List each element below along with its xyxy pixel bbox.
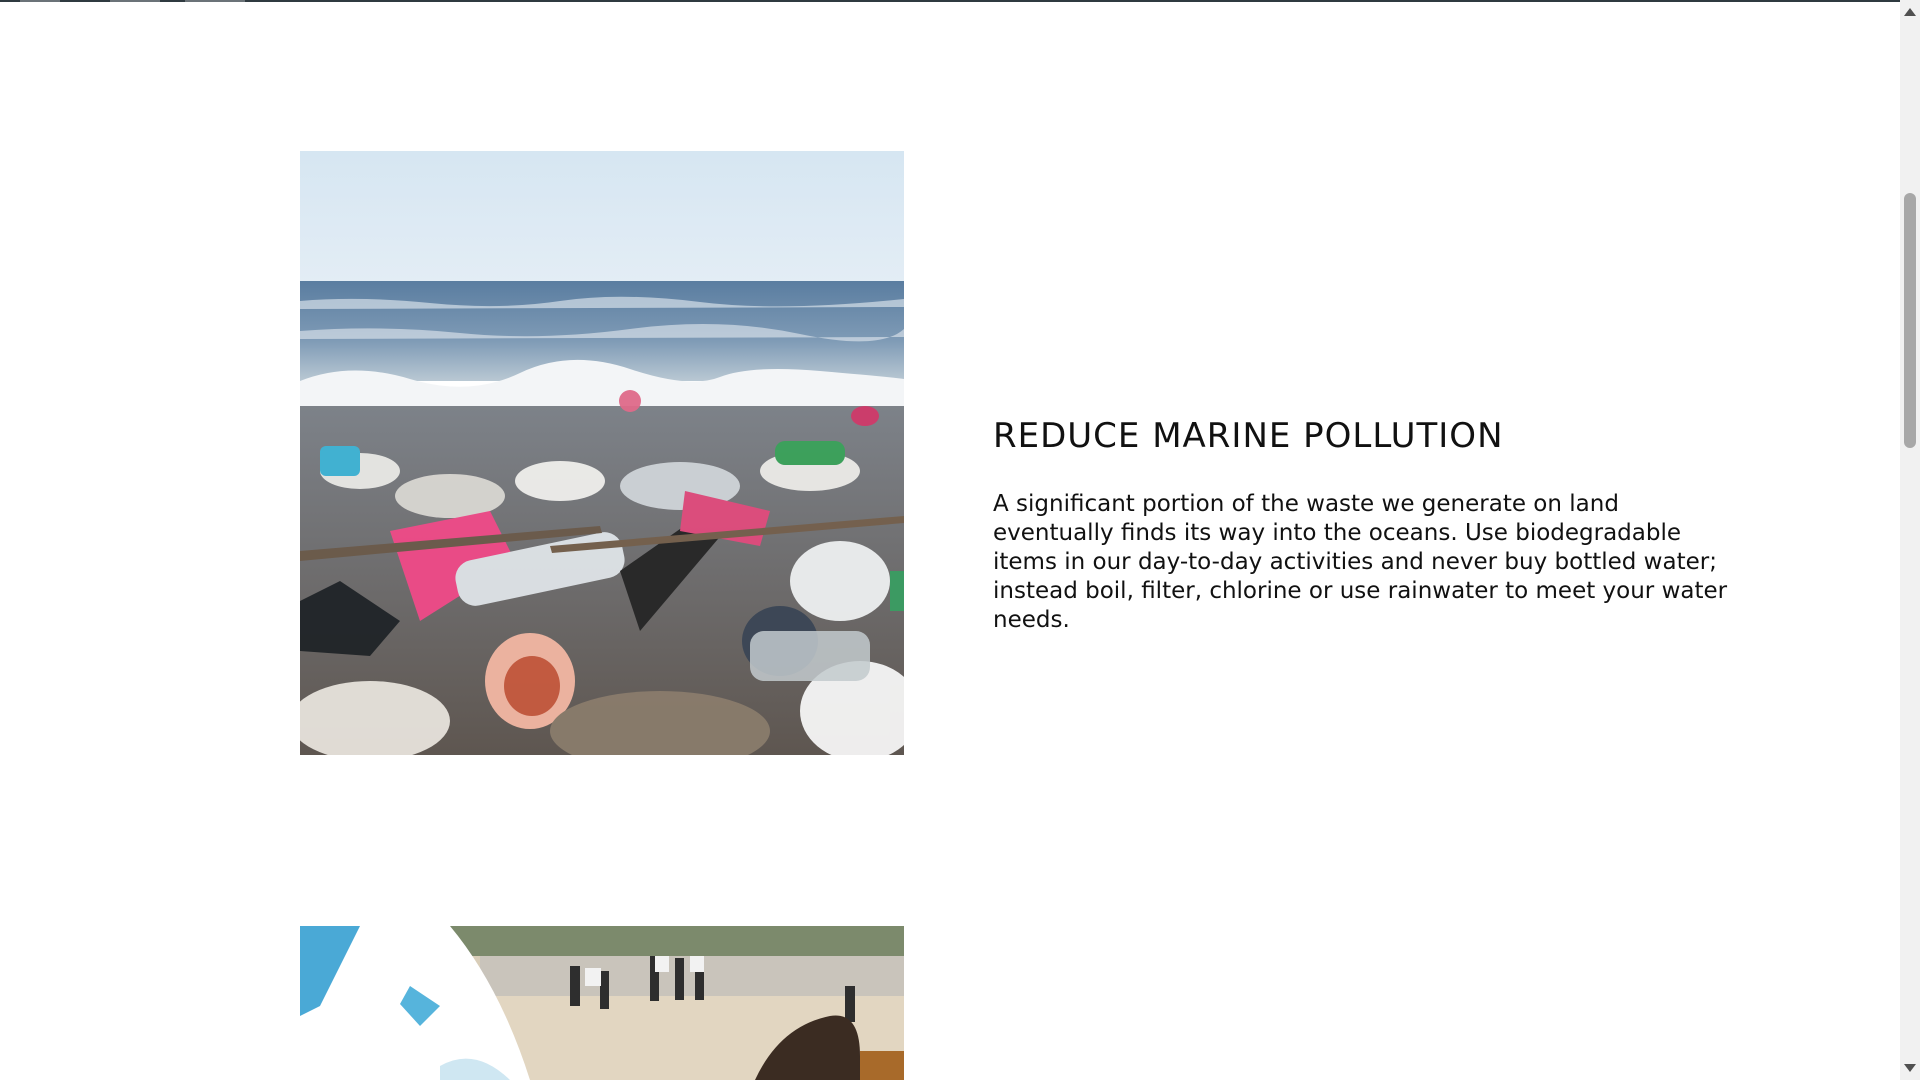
marine-pollution-text: REDUCE MARINE POLLUTION A significant po…: [993, 412, 1733, 635]
beach-cleanup-illustration: [300, 926, 904, 1080]
vertical-scrollbar[interactable]: [1900, 0, 1920, 1080]
top-divider: [0, 0, 1900, 2]
scroll-up-arrow-icon[interactable]: [1904, 8, 1916, 16]
section-description: A significant portion of the waste we ge…: [993, 491, 1728, 633]
scrollbar-thumb[interactable]: [1904, 192, 1916, 448]
beach-cleanup-photo: [300, 926, 904, 1080]
page-viewport: REDUCE MARINE POLLUTION A significant po…: [0, 0, 1900, 1080]
marine-pollution-illustration: [300, 151, 904, 755]
marine-pollution-photo: [300, 151, 904, 755]
section-heading: REDUCE MARINE POLLUTION: [993, 416, 1504, 456]
top-divider-segment: [185, 0, 245, 2]
top-divider-segment: [110, 0, 160, 2]
scroll-down-arrow-icon[interactable]: [1904, 1064, 1916, 1072]
top-divider-segment: [20, 0, 60, 2]
